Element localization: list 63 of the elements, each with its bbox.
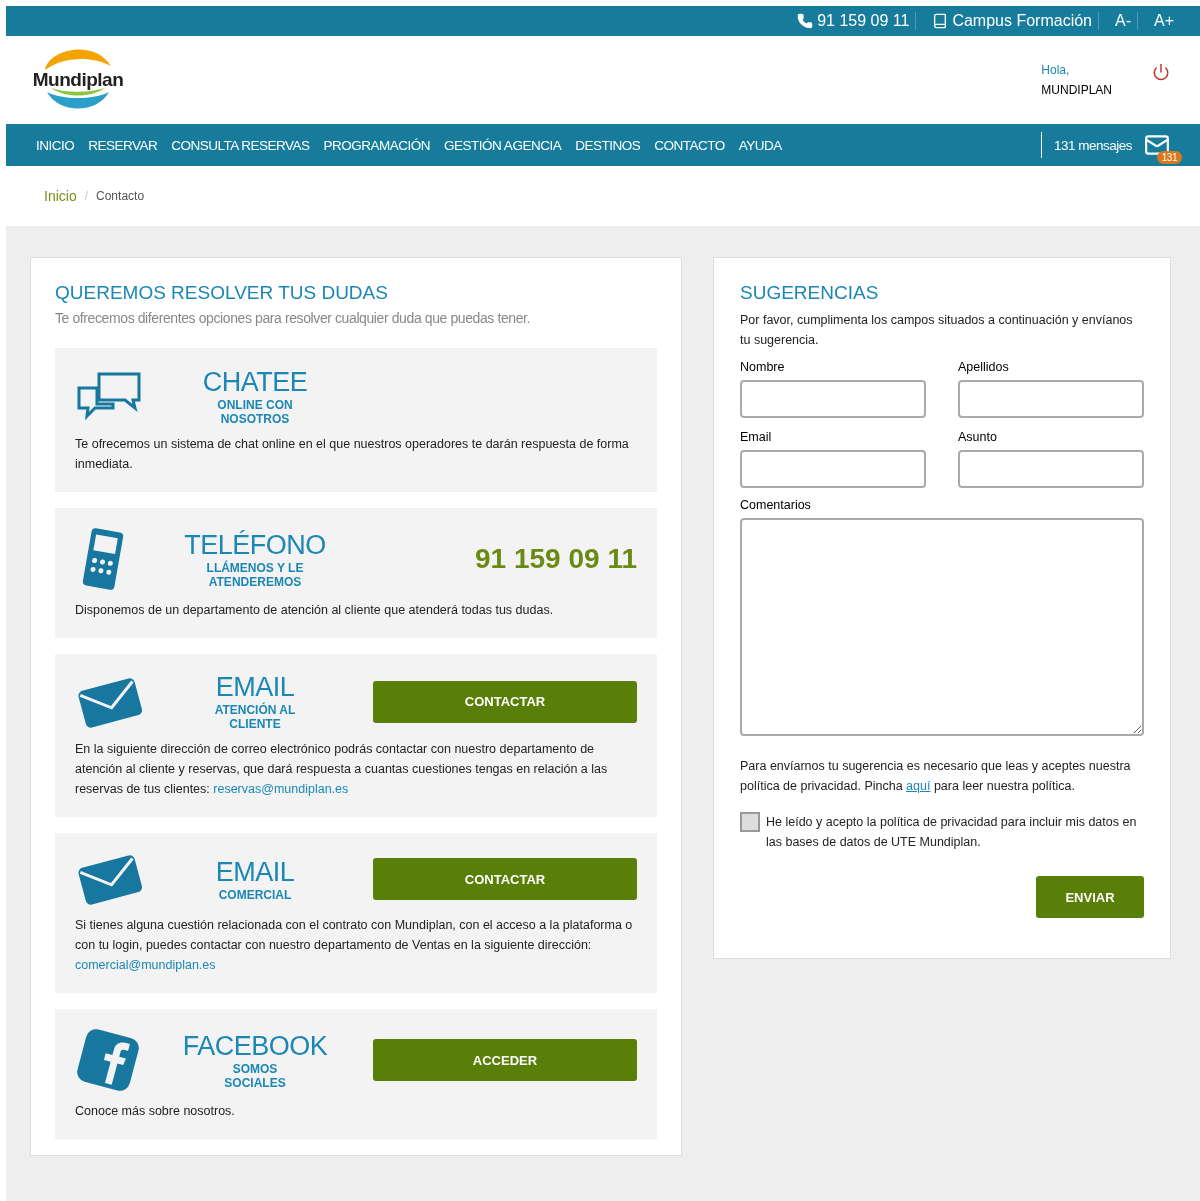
nav-item[interactable]: GESTIÓN AGENCIA — [444, 137, 562, 153]
nav-item[interactable]: RESERVAR — [88, 137, 158, 153]
logo[interactable]: Mundiplan — [28, 41, 128, 119]
submit-button[interactable]: ENVIAR — [1036, 876, 1144, 918]
section-title: QUEREMOS RESOLVER TUS DUDAS — [55, 282, 389, 304]
campus-link[interactable]: Campus Formación — [952, 12, 1092, 30]
field-label: Email — [740, 430, 773, 444]
field-label: Asunto — [958, 430, 998, 444]
consent-label: He leído y acepto la política de privacidad para incluir mis datos en las bases de datos de UTE Mundiplan. — [766, 814, 1138, 851]
card-title: FACEBOOK — [182, 1030, 328, 1062]
nav-item[interactable]: INICIO — [36, 137, 75, 153]
card-description: Si tienes alguna cuestión relacionada con el contrato con Mundiplan, con el acceso a la plataforma o con tu login, puedes contactar con nuestro departamento de Ventas en la siguiente dirección: comercial@mundiplan.es — [75, 917, 634, 974]
email-link[interactable]: comercial@mundiplan.es — [75, 958, 216, 972]
card-description: Te ofrecemos un sistema de chat online en el que nuestros operadores te darán respuesta de forma inmediata. — [75, 436, 630, 473]
card-button[interactable]: CONTACTAR — [373, 858, 637, 900]
section-subtitle: Te ofrecemos diferentes opciones para resolver cualquier duda que puedas tener. — [55, 310, 532, 326]
field-label: Apellidos — [958, 360, 1010, 374]
input-field[interactable] — [958, 450, 1144, 488]
card-title: EMAIL — [215, 672, 295, 702]
card-title: CHATEE — [202, 366, 308, 398]
card-subtitle: ATENCIÓN AL CLIENTE — [213, 703, 297, 731]
field-label: Nombre — [740, 360, 786, 374]
card-subtitle: COMERCIAL — [217, 887, 293, 902]
nav-item[interactable]: CONSULTA RESERVAS — [171, 137, 310, 153]
field-label: Comentarios — [740, 498, 812, 512]
card-title: TELÉFONO — [184, 529, 326, 560]
card-description: Conoce más sobre nosotros. — [75, 1103, 236, 1120]
card-button[interactable]: ACCEDER — [373, 1039, 637, 1081]
input-field[interactable] — [740, 450, 926, 488]
nav-item[interactable]: DESTINOS — [575, 137, 641, 153]
privacy-notice: Para envíarnos tu sugerencia es necesario que leas y aceptes nuestra política de privacidad. Pincha aquí para leer nuestra política. — [740, 758, 1132, 795]
breadcrumb-separator: / — [84, 189, 89, 203]
privacy-link[interactable]: aquí — [906, 779, 931, 793]
user-name: MUNDIPLAN — [1041, 83, 1112, 97]
message-count-badge: 131 — [1156, 151, 1182, 164]
power-icon[interactable] — [1152, 63, 1170, 81]
nav-item[interactable]: PROGRAMACIÓN — [323, 137, 431, 153]
card-subtitle: LLÁMENOS Y LE ATENDEREMOS — [205, 560, 305, 589]
phone-icon — [797, 13, 814, 29]
phone-number: 91 159 09 11 — [817, 12, 910, 30]
font-increase-button[interactable]: A+ — [1154, 12, 1174, 30]
current-page-label: Contacto — [96, 189, 145, 203]
nav-item[interactable]: AYUDA — [738, 137, 782, 153]
email-link[interactable]: reservas@mundiplan.es — [213, 782, 349, 796]
card-description: En la siguiente dirección de correo electrónico podrás contactar con nuestro departamento de atención al cliente y reservas, que dará respuesta a cuantas cuestiones tengas en relación a las reservas de tus clientes: reservas@mundiplan.es — [75, 741, 609, 798]
book-icon — [932, 13, 949, 29]
consent-checkbox[interactable] — [740, 812, 760, 832]
card-description: Disponemos de un departamento de atención al cliente que atenderá todas tus dudas. — [75, 602, 555, 619]
phone-number: 91 159 09 11 — [475, 543, 637, 575]
card-title: EMAIL — [215, 856, 295, 888]
input-field[interactable] — [958, 380, 1144, 418]
greeting: Hola, — [1041, 63, 1071, 77]
card-subtitle: SOMOS SOCIALES — [223, 1061, 287, 1090]
nav-item[interactable]: CONTACTO — [654, 137, 725, 153]
section-title: SUGERENCIAS — [740, 282, 880, 304]
card-button[interactable]: CONTACTAR — [373, 680, 637, 723]
comments-field[interactable] — [740, 518, 1144, 736]
breadcrumb-link[interactable]: Inicio — [44, 188, 77, 204]
font-decrease-button[interactable]: A- — [1115, 12, 1131, 30]
messages-link[interactable]: 131 mensajes — [1053, 137, 1132, 153]
form-intro: Por favor, cumplimenta los campos situados a continuación y envíanos tu sugerencia. — [740, 312, 1134, 349]
input-field[interactable] — [740, 380, 926, 418]
card-subtitle: ONLINE CON NOSOTROS — [216, 397, 294, 426]
